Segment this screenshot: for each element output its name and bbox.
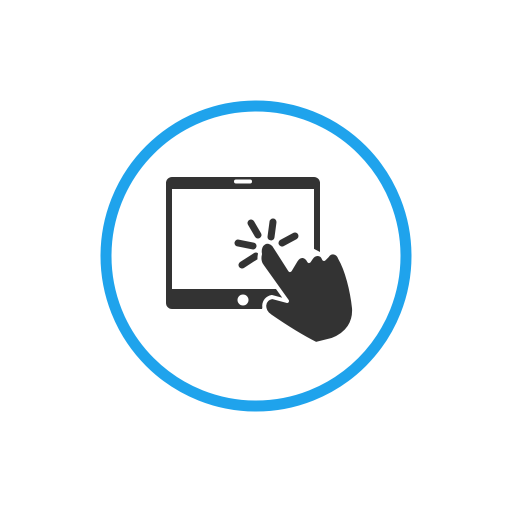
tablet-touch-icon [100,100,412,412]
home-button-icon [237,294,249,306]
speaker-slot [234,179,252,184]
